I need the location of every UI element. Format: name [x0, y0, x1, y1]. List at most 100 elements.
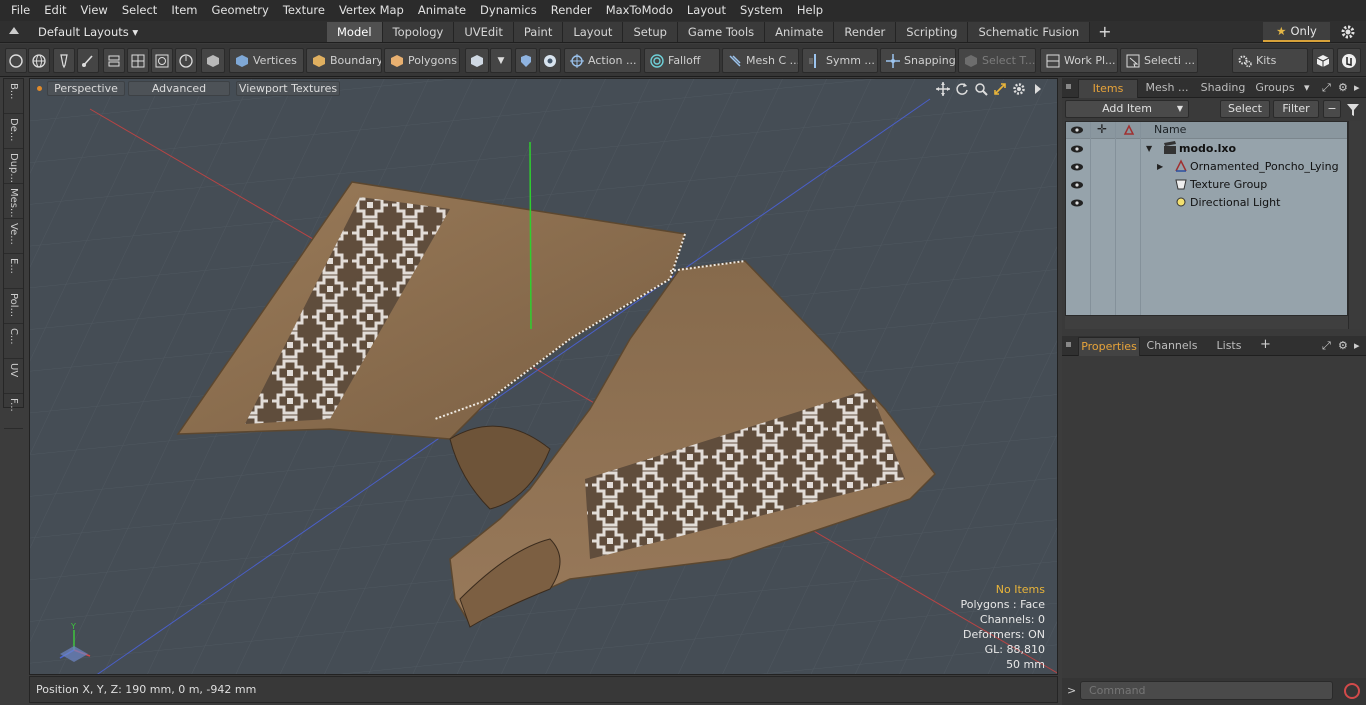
menu-edit[interactable]: Edit	[37, 0, 73, 21]
selection-sets-button[interactable]: Selecti ...	[1120, 48, 1198, 73]
left-tab-vertex[interactable]: Ve...	[4, 219, 23, 254]
tab-topology[interactable]: Topology	[382, 22, 455, 42]
menu-vertex-map[interactable]: Vertex Map	[332, 0, 411, 21]
work-plane-button[interactable]: Work Pl...	[1040, 48, 1118, 73]
expand-arrow-icon[interactable]: ▼	[1146, 144, 1152, 153]
action-center-button[interactable]: Action ...	[564, 48, 641, 73]
tab-lists[interactable]: Lists	[1204, 337, 1254, 356]
brush-button[interactable]	[77, 48, 99, 73]
falloff-button[interactable]: Falloff	[644, 48, 720, 73]
panel-arrow-icon[interactable]: ▸	[1354, 339, 1360, 352]
command-history-arrow-icon[interactable]: >	[1067, 684, 1076, 697]
snapping-button[interactable]: Snapping	[880, 48, 956, 73]
menu-geometry[interactable]: Geometry	[205, 0, 276, 21]
left-tab-uv[interactable]: UV	[4, 359, 23, 394]
item-mode-button[interactable]	[465, 48, 489, 73]
tab-layout[interactable]: Layout	[563, 22, 624, 42]
panel-maximize-icon[interactable]: ⤢	[1322, 81, 1331, 95]
default-layouts-dropdown[interactable]: Default Layouts ▾	[38, 21, 138, 43]
tab-animate[interactable]: Animate	[765, 22, 835, 42]
layout-up-icon[interactable]	[9, 27, 19, 34]
globe-button[interactable]	[28, 48, 50, 73]
mesh-constraint-button[interactable]: Mesh C ...	[722, 48, 799, 73]
left-tab-duplicate[interactable]: Dup...	[4, 149, 23, 184]
menu-item[interactable]: Item	[164, 0, 204, 21]
timer-button[interactable]	[175, 48, 197, 73]
tree-row-texture-group[interactable]: Texture Group	[1066, 176, 1347, 194]
menu-help[interactable]: Help	[790, 0, 830, 21]
grid-button[interactable]	[127, 48, 149, 73]
eye-icon[interactable]	[1070, 160, 1084, 174]
panel-arrow-icon[interactable]: ▸	[1354, 81, 1360, 94]
menu-render[interactable]: Render	[544, 0, 599, 21]
tab-shading[interactable]: Shading	[1196, 79, 1250, 98]
3d-viewport[interactable]: Perspective Advanced Viewport Textures N…	[29, 78, 1058, 675]
menu-system[interactable]: System	[733, 0, 790, 21]
viewport-expand-arrow-icon[interactable]	[1031, 82, 1045, 96]
add-tab-button[interactable]: +	[1260, 337, 1271, 352]
eye-icon[interactable]	[1070, 178, 1084, 192]
left-tab-edge[interactable]: E...	[4, 254, 23, 289]
tab-scripting[interactable]: Scripting	[896, 22, 969, 42]
menu-dynamics[interactable]: Dynamics	[473, 0, 544, 21]
left-tab-curve[interactable]: C...	[4, 324, 23, 359]
panel-maximize-icon[interactable]: ⤢	[1322, 339, 1331, 353]
panel-gear-icon[interactable]: ⚙	[1338, 339, 1348, 352]
mode-dropdown-button[interactable]: ▼	[490, 48, 512, 73]
add-item-button[interactable]: Add Item ▼	[1065, 100, 1189, 118]
add-tab-button[interactable]: +	[1090, 22, 1119, 42]
menu-select[interactable]: Select	[115, 0, 164, 21]
tree-row-mesh[interactable]: ▶ Ornamented_Poncho_Lying	[1066, 158, 1347, 176]
tab-schematic-fusion[interactable]: Schematic Fusion	[968, 22, 1091, 42]
maximize-view-icon[interactable]	[993, 82, 1007, 96]
tabs-overflow-icon[interactable]: ▾	[1304, 81, 1310, 94]
collapse-button[interactable]: −	[1323, 100, 1341, 118]
menu-file[interactable]: File	[0, 0, 37, 21]
tab-setup[interactable]: Setup	[623, 22, 678, 42]
menu-layout[interactable]: Layout	[680, 0, 733, 21]
viewport-gear-icon[interactable]	[1012, 82, 1026, 96]
name-column-header[interactable]: Name	[1154, 123, 1186, 136]
tree-row-scene[interactable]: ▼ modo.lxo	[1066, 140, 1347, 158]
vertices-button[interactable]: Vertices	[229, 48, 304, 73]
only-button[interactable]: ★ Only	[1263, 22, 1330, 42]
tab-model[interactable]: Model	[327, 22, 383, 42]
stack-button[interactable]	[103, 48, 125, 73]
record-macro-icon[interactable]	[1344, 683, 1360, 699]
select-button[interactable]: Select	[1220, 100, 1270, 118]
zoom-view-icon[interactable]	[974, 82, 988, 96]
gear-icon[interactable]	[1340, 24, 1356, 40]
symmetry-button[interactable]: Symm ...	[802, 48, 878, 73]
menu-view[interactable]: View	[74, 0, 115, 21]
tab-game-tools[interactable]: Game Tools	[677, 22, 766, 42]
tab-paint[interactable]: Paint	[513, 22, 564, 42]
kits-button[interactable]: Kits	[1232, 48, 1308, 73]
left-tab-basic[interactable]: B...	[4, 79, 23, 114]
tab-items[interactable]: Items	[1078, 79, 1138, 98]
move-view-icon[interactable]	[936, 82, 950, 96]
tab-mesh[interactable]: Mesh ...	[1140, 79, 1194, 98]
command-input[interactable]	[1080, 681, 1333, 700]
menu-maxtomodo[interactable]: MaxToModo	[599, 0, 680, 21]
unreal-button[interactable]	[1337, 48, 1361, 73]
tab-groups[interactable]: Groups	[1252, 79, 1298, 98]
expand-arrow-icon[interactable]: ▶	[1157, 162, 1163, 171]
panel-gear-icon[interactable]: ⚙	[1338, 81, 1348, 94]
viewport-textures-button[interactable]: Viewport Textures	[236, 81, 340, 96]
menu-animate[interactable]: Animate	[411, 0, 473, 21]
eye-icon[interactable]	[1070, 196, 1084, 210]
rotate-view-icon[interactable]	[955, 82, 969, 96]
item-list-horizontal-scrollbar[interactable]	[1065, 316, 1348, 329]
panel-grip-icon[interactable]	[1066, 84, 1071, 89]
tab-uvedit[interactable]: UVEdit	[454, 22, 514, 42]
tab-properties[interactable]: Properties	[1078, 337, 1140, 356]
eye-icon[interactable]	[1070, 142, 1084, 156]
unity-button[interactable]	[1312, 48, 1334, 73]
snap-shield-button[interactable]	[515, 48, 537, 73]
left-tab-fusion[interactable]: F...	[4, 394, 23, 429]
soccer-button[interactable]	[539, 48, 561, 73]
polygons-button[interactable]: Polygons	[384, 48, 460, 73]
item-list-vertical-scrollbar[interactable]	[1348, 121, 1362, 329]
left-tab-polygon[interactable]: Pol...	[4, 289, 23, 324]
perspective-button[interactable]: Perspective	[47, 81, 125, 96]
